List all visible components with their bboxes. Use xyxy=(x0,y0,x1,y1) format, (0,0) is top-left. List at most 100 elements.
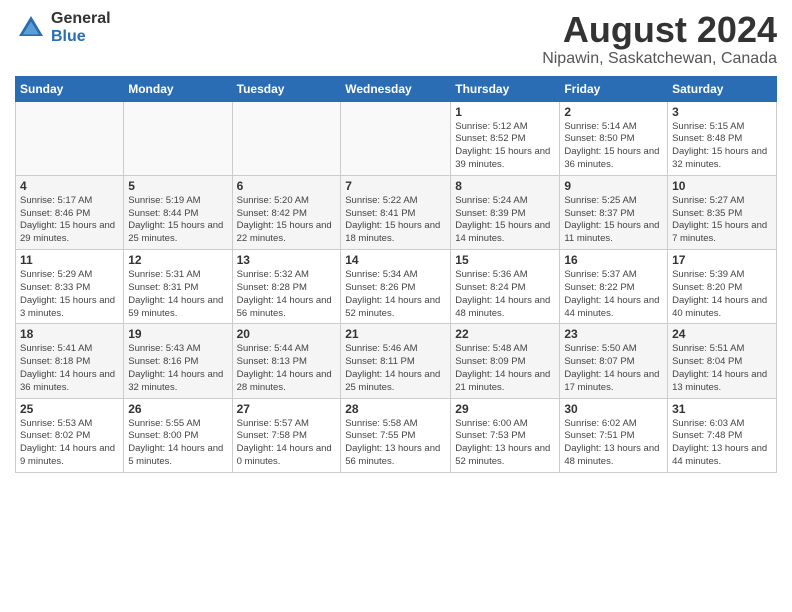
day-info: Sunrise: 5:15 AM Sunset: 8:48 PM Dayligh… xyxy=(672,121,772,172)
calendar-cell: 8 Sunrise: 5:24 AM Sunset: 8:39 PM Daylig… xyxy=(451,175,560,249)
calendar-cell: 23 Sunrise: 5:50 AM Sunset: 8:07 PM Dayli… xyxy=(560,324,668,398)
calendar-cell: 14Sunrise: 5:34 AM Sunset: 8:26 PM Dayli… xyxy=(341,250,451,324)
calendar-cell: 30 Sunrise: 6:02 AM Sunset: 7:51 PM Dayli… xyxy=(560,398,668,472)
calendar-table: Sunday Monday Tuesday Wednesday Thursday… xyxy=(15,76,777,473)
calendar-header-row: Sunday Monday Tuesday Wednesday Thursday… xyxy=(16,76,777,101)
day-info: Sunrise: 6:02 AM Sunset: 7:51 PM Dayligh… xyxy=(564,418,663,469)
page-container: General Blue August 2024 Nipawin, Saskat… xyxy=(0,0,792,478)
day-info: Sunrise: 5:53 AM Sunset: 8:02 PM Dayligh… xyxy=(20,418,119,469)
day-info: Sunrise: 5:44 AM Sunset: 8:13 PM Dayligh… xyxy=(237,343,337,394)
day-info: Sunrise: 6:03 AM Sunset: 7:48 PM Dayligh… xyxy=(672,418,772,469)
calendar-cell: 22 Sunrise: 5:48 AM Sunset: 8:09 PM Dayli… xyxy=(451,324,560,398)
header-thursday: Thursday xyxy=(451,76,560,101)
day-number: 8 xyxy=(455,179,555,193)
day-number: 16 xyxy=(564,253,663,267)
calendar-week-4: 18Sunrise: 5:41 AM Sunset: 8:18 PM Dayli… xyxy=(16,324,777,398)
calendar-cell: 9 Sunrise: 5:25 AM Sunset: 8:37 PM Daylig… xyxy=(560,175,668,249)
day-info: Sunrise: 5:39 AM Sunset: 8:20 PM Dayligh… xyxy=(672,269,772,320)
day-number: 23 xyxy=(564,327,663,341)
calendar-cell: 4 Sunrise: 5:17 AM Sunset: 8:46 PM Daylig… xyxy=(16,175,124,249)
day-info: Sunrise: 5:50 AM Sunset: 8:07 PM Dayligh… xyxy=(564,343,663,394)
day-number: 3 xyxy=(672,105,772,119)
header-friday: Friday xyxy=(560,76,668,101)
day-info: Sunrise: 5:24 AM Sunset: 8:39 PM Dayligh… xyxy=(455,195,555,246)
calendar-cell: 11 Sunrise: 5:29 AM Sunset: 8:33 PM Dayli… xyxy=(16,250,124,324)
calendar-cell: 10Sunrise: 5:27 AM Sunset: 8:35 PM Dayli… xyxy=(668,175,777,249)
title-section: August 2024 Nipawin, Saskatchewan, Canad… xyxy=(542,10,777,68)
day-info: Sunrise: 5:32 AM Sunset: 8:28 PM Dayligh… xyxy=(237,269,337,320)
header-wednesday: Wednesday xyxy=(341,76,451,101)
calendar-cell xyxy=(232,101,341,175)
logo-text: General Blue xyxy=(51,10,111,45)
day-info: Sunrise: 5:17 AM Sunset: 8:46 PM Dayligh… xyxy=(20,195,119,246)
calendar-cell: 16 Sunrise: 5:37 AM Sunset: 8:22 PM Dayli… xyxy=(560,250,668,324)
day-info: Sunrise: 5:12 AM Sunset: 8:52 PM Dayligh… xyxy=(455,121,555,172)
day-info: Sunrise: 5:27 AM Sunset: 8:35 PM Dayligh… xyxy=(672,195,772,246)
day-number: 1 xyxy=(455,105,555,119)
calendar-cell: 26 Sunrise: 5:55 AM Sunset: 8:00 PM Dayli… xyxy=(124,398,232,472)
day-number: 25 xyxy=(20,402,119,416)
day-number: 26 xyxy=(128,402,227,416)
calendar-cell: 24 Sunrise: 5:51 AM Sunset: 8:04 PM Dayli… xyxy=(668,324,777,398)
calendar-cell: 15 Sunrise: 5:36 AM Sunset: 8:24 PM Dayli… xyxy=(451,250,560,324)
calendar-cell: 21Sunrise: 5:46 AM Sunset: 8:11 PM Dayli… xyxy=(341,324,451,398)
day-number: 30 xyxy=(564,402,663,416)
day-info: Sunrise: 5:34 AM Sunset: 8:26 PM Dayligh… xyxy=(345,269,446,320)
day-number: 20 xyxy=(237,327,337,341)
logo: General Blue xyxy=(15,10,111,45)
day-number: 4 xyxy=(20,179,119,193)
day-info: Sunrise: 5:22 AM Sunset: 8:41 PM Dayligh… xyxy=(345,195,446,246)
calendar-cell xyxy=(341,101,451,175)
day-number: 28 xyxy=(345,402,446,416)
subtitle: Nipawin, Saskatchewan, Canada xyxy=(542,50,777,68)
day-info: Sunrise: 5:19 AM Sunset: 8:44 PM Dayligh… xyxy=(128,195,227,246)
logo-icon xyxy=(15,12,47,44)
calendar-week-3: 11 Sunrise: 5:29 AM Sunset: 8:33 PM Dayli… xyxy=(16,250,777,324)
day-number: 11 xyxy=(20,253,119,267)
calendar-cell: 12 Sunrise: 5:31 AM Sunset: 8:31 PM Dayli… xyxy=(124,250,232,324)
calendar-cell: 25 Sunrise: 5:53 AM Sunset: 8:02 PM Dayli… xyxy=(16,398,124,472)
calendar-cell: 6Sunrise: 5:20 AM Sunset: 8:42 PM Daylig… xyxy=(232,175,341,249)
calendar-week-5: 25 Sunrise: 5:53 AM Sunset: 8:02 PM Dayli… xyxy=(16,398,777,472)
calendar-cell: 3 Sunrise: 5:15 AM Sunset: 8:48 PM Daylig… xyxy=(668,101,777,175)
day-info: Sunrise: 5:31 AM Sunset: 8:31 PM Dayligh… xyxy=(128,269,227,320)
day-info: Sunrise: 5:36 AM Sunset: 8:24 PM Dayligh… xyxy=(455,269,555,320)
day-info: Sunrise: 5:46 AM Sunset: 8:11 PM Dayligh… xyxy=(345,343,446,394)
day-number: 31 xyxy=(672,402,772,416)
day-info: Sunrise: 5:29 AM Sunset: 8:33 PM Dayligh… xyxy=(20,269,119,320)
day-info: Sunrise: 5:55 AM Sunset: 8:00 PM Dayligh… xyxy=(128,418,227,469)
header-tuesday: Tuesday xyxy=(232,76,341,101)
day-info: Sunrise: 5:43 AM Sunset: 8:16 PM Dayligh… xyxy=(128,343,227,394)
calendar-cell: 2Sunrise: 5:14 AM Sunset: 8:50 PM Daylig… xyxy=(560,101,668,175)
calendar-cell: 17Sunrise: 5:39 AM Sunset: 8:20 PM Dayli… xyxy=(668,250,777,324)
header-saturday: Saturday xyxy=(668,76,777,101)
day-info: Sunrise: 5:37 AM Sunset: 8:22 PM Dayligh… xyxy=(564,269,663,320)
day-info: Sunrise: 5:48 AM Sunset: 8:09 PM Dayligh… xyxy=(455,343,555,394)
calendar-cell xyxy=(124,101,232,175)
calendar-cell: 27Sunrise: 5:57 AM Sunset: 7:58 PM Dayli… xyxy=(232,398,341,472)
day-number: 22 xyxy=(455,327,555,341)
day-number: 24 xyxy=(672,327,772,341)
calendar-cell: 18Sunrise: 5:41 AM Sunset: 8:18 PM Dayli… xyxy=(16,324,124,398)
calendar-cell: 5 Sunrise: 5:19 AM Sunset: 8:44 PM Daylig… xyxy=(124,175,232,249)
main-title: August 2024 xyxy=(542,10,777,50)
day-info: Sunrise: 5:14 AM Sunset: 8:50 PM Dayligh… xyxy=(564,121,663,172)
logo-general-text: General xyxy=(51,10,111,28)
day-info: Sunrise: 5:51 AM Sunset: 8:04 PM Dayligh… xyxy=(672,343,772,394)
day-number: 6 xyxy=(237,179,337,193)
day-number: 13 xyxy=(237,253,337,267)
day-info: Sunrise: 5:57 AM Sunset: 7:58 PM Dayligh… xyxy=(237,418,337,469)
day-number: 15 xyxy=(455,253,555,267)
day-info: Sunrise: 5:25 AM Sunset: 8:37 PM Dayligh… xyxy=(564,195,663,246)
day-number: 5 xyxy=(128,179,227,193)
calendar-cell: 20 Sunrise: 5:44 AM Sunset: 8:13 PM Dayli… xyxy=(232,324,341,398)
day-number: 9 xyxy=(564,179,663,193)
day-number: 19 xyxy=(128,327,227,341)
day-number: 12 xyxy=(128,253,227,267)
header-sunday: Sunday xyxy=(16,76,124,101)
calendar-cell: 7Sunrise: 5:22 AM Sunset: 8:41 PM Daylig… xyxy=(341,175,451,249)
header: General Blue August 2024 Nipawin, Saskat… xyxy=(15,10,777,68)
day-number: 18 xyxy=(20,327,119,341)
calendar-cell: 1 Sunrise: 5:12 AM Sunset: 8:52 PM Daylig… xyxy=(451,101,560,175)
calendar-cell: 28Sunrise: 5:58 AM Sunset: 7:55 PM Dayli… xyxy=(341,398,451,472)
